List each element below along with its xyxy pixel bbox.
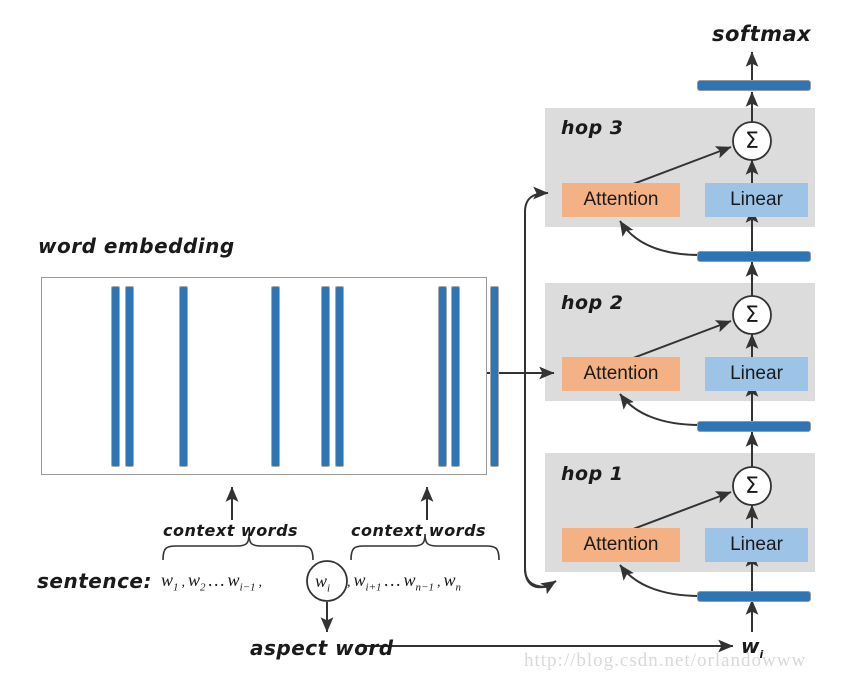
linear-box-hop3[interactable]: Linear: [705, 183, 808, 217]
embedding-bar: [321, 286, 330, 467]
sentence-tokens-left: w1, w2… wi−1,: [161, 570, 262, 594]
embedding-bar: [111, 286, 120, 467]
sentence-tokens-right: , wi+1… wn−1, wn: [347, 570, 461, 594]
sentence-token: wn: [443, 570, 461, 594]
memory-bar-output: [697, 80, 811, 91]
attention-box-hop1[interactable]: Attention: [562, 528, 680, 562]
sentence-separator: ,: [347, 575, 351, 590]
embedding-bar: [179, 286, 188, 467]
embedding-bar: [451, 286, 460, 467]
context-words-right-label: context words: [351, 521, 487, 540]
memory-bar-hop3-input: [697, 251, 811, 262]
sentence-token: wi+1: [353, 570, 382, 594]
softmax-label: softmax: [712, 22, 812, 46]
sentence-token: w1: [161, 570, 179, 594]
diagram-canvas: softmax hop 3 Attention Linear Σ hop 2 A…: [0, 0, 841, 682]
aspect-token-base: w: [315, 571, 328, 591]
hop-1-label: hop 1: [561, 463, 624, 485]
memory-bar-hop1-input: [697, 591, 811, 602]
sum-node-hop1: Σ: [745, 473, 759, 499]
linear-box-hop1[interactable]: Linear: [705, 528, 808, 562]
embedding-bar: [271, 286, 280, 467]
sentence-token: w2: [188, 570, 206, 594]
context-words-left-label: context words: [163, 521, 299, 540]
attention-box-hop3[interactable]: Attention: [562, 183, 680, 217]
embedding-bar: [335, 286, 344, 467]
embedding-bar: [125, 286, 134, 467]
sum-node-hop3: Σ: [745, 128, 759, 154]
aspect-token-in-circle: wi: [315, 571, 330, 595]
sentence-separator: …: [384, 570, 401, 590]
sentence-token: wi−1: [227, 570, 256, 594]
word-embedding-label: word embedding: [38, 234, 235, 258]
sentence-separator: ,: [436, 575, 441, 590]
hop-2-label: hop 2: [561, 292, 624, 314]
watermark-text: http://blog.csdn.net/orlandowww: [524, 650, 807, 671]
aspect-token-sub: i: [327, 582, 331, 595]
sentence-prefix-label: sentence:: [37, 569, 152, 593]
sum-node-hop2: Σ: [745, 302, 759, 328]
attention-box-hop2[interactable]: Attention: [562, 357, 680, 391]
word-embedding-box: [41, 277, 499, 475]
embedding-bar: [490, 286, 499, 467]
embedding-bar: [438, 286, 447, 467]
linear-box-hop2[interactable]: Linear: [705, 357, 808, 391]
sentence-separator: …: [208, 570, 225, 590]
hop-3-label: hop 3: [561, 117, 624, 139]
aspect-word-label: aspect word: [250, 636, 394, 660]
sentence-separator: ,: [181, 575, 186, 590]
sentence-separator: ,: [258, 575, 263, 590]
sentence-token: wn−1: [403, 570, 434, 594]
memory-bar-hop2-input: [697, 421, 811, 432]
